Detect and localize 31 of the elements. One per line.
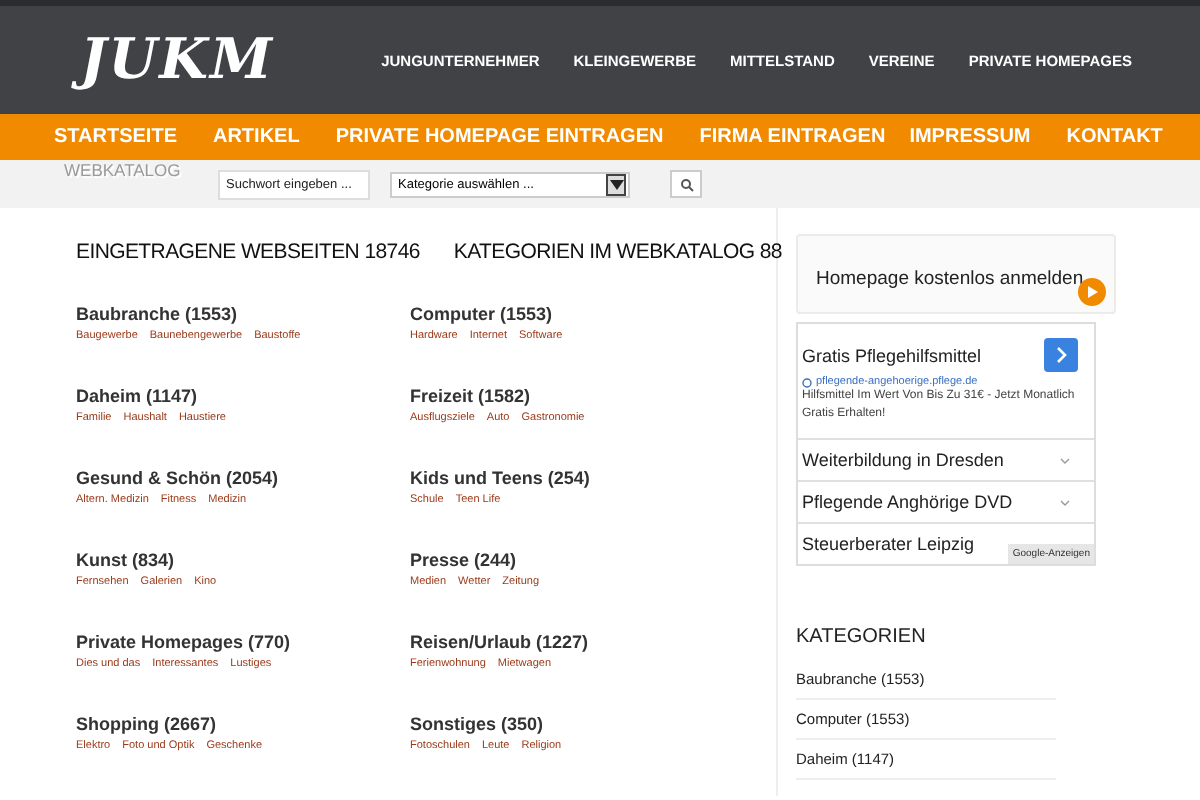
chevron-button[interactable] — [1044, 338, 1078, 372]
ad-link[interactable]: Weiterbildung in Dresden — [802, 450, 1004, 470]
caret-down-icon — [1060, 499, 1070, 505]
circle-icon — [802, 377, 812, 387]
category-link[interactable]: Freizeit (1582) — [410, 386, 750, 406]
category-link[interactable]: Kunst (834) — [76, 550, 410, 570]
dropdown-arrow-icon[interactable] — [606, 173, 626, 195]
category-link[interactable]: Kids und Teens (254) — [410, 468, 750, 488]
promo-banner[interactable]: Homepage kostenlos anmelden — [796, 234, 1116, 314]
section-label: WEBKATALOG — [64, 160, 181, 180]
caret-down-icon — [1060, 457, 1070, 463]
search-button[interactable] — [670, 170, 702, 198]
ad-link[interactable]: Steuerberater Leipzig — [802, 534, 975, 554]
chevron-right-icon — [1055, 346, 1067, 364]
site-logo[interactable]: JUKM — [76, 26, 280, 94]
ad-link[interactable]: Pflegende Anghörige DVD — [802, 492, 1013, 512]
category-link[interactable]: Sonstiges (350) — [410, 714, 750, 734]
sidebar-heading: KATEGORIEN — [796, 626, 928, 648]
ad-title[interactable]: Gratis Pflegehilfsmittel — [802, 345, 982, 365]
category-link[interactable]: Baubranche (1553) — [76, 304, 410, 324]
category-link[interactable]: Daheim (1147) — [76, 386, 410, 406]
play-icon — [1078, 278, 1106, 306]
category-link[interactable]: Private Homepages (770) — [76, 632, 410, 652]
search-icon — [679, 177, 693, 191]
category-link[interactable]: Reisen/Urlaub (1227) — [410, 632, 750, 652]
section-heading: KATEGORIEN IM WEBKATALOG 88 — [453, 240, 782, 264]
category-link[interactable]: Presse (244) — [410, 550, 750, 570]
category-link[interactable]: Shopping (2667) — [76, 714, 410, 734]
category-link[interactable]: Gesund & Schön (2054) — [76, 468, 410, 488]
section-heading: EINGETRAGENE WEBSEITEN 18746 — [76, 240, 420, 264]
category-link[interactable]: Computer (1553) — [410, 304, 750, 324]
